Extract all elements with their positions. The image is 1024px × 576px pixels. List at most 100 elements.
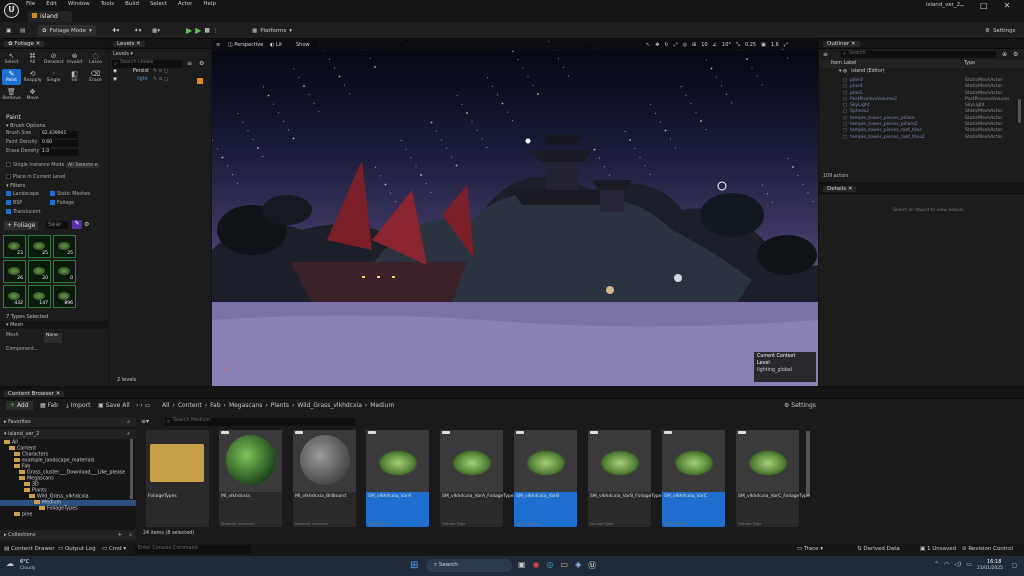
cinematics-button[interactable]: ▦▾: [152, 25, 160, 36]
collections-header[interactable]: ▸ Collections + ⌕: [0, 530, 136, 540]
chrome-icon[interactable]: ◉: [533, 560, 540, 571]
taskbar-search[interactable]: ⌕ Search: [426, 559, 512, 572]
foliage-checkbox[interactable]: [50, 200, 55, 205]
add-foliage-button[interactable]: + Foliage: [4, 221, 39, 230]
level-row-persistent[interactable]: ◉ Persist ✎ ≡ ◻: [109, 69, 211, 77]
windows-start-icon[interactable]: ⊞: [410, 560, 418, 571]
weather-temp[interactable]: 6°C: [20, 559, 29, 565]
import-button[interactable]: ⤓ Import: [66, 402, 90, 410]
col-type[interactable]: Type: [964, 61, 975, 66]
asset-scrollbar[interactable]: [806, 431, 810, 496]
outliner-row[interactable]: ◻ temple_tower_pieces_roof_tiles2 StaticMe…: [819, 135, 1024, 141]
scale-tool-icon[interactable]: ⤢: [674, 42, 678, 48]
level-color-swatch[interactable]: [197, 78, 203, 84]
fab-button[interactable]: ▦ Fab: [40, 402, 58, 409]
settings-button[interactable]: ⚙ Settings: [985, 25, 1016, 36]
gear-icon[interactable]: ⚙: [1013, 51, 1018, 58]
landscape-checkbox[interactable]: [6, 191, 11, 196]
world-icon[interactable]: ◎: [683, 42, 687, 48]
menu-actor[interactable]: Actor: [178, 1, 192, 11]
close-icon[interactable]: ✕: [36, 41, 41, 47]
maximize-viewport-icon[interactable]: ⤢: [784, 42, 788, 48]
menu-file[interactable]: File: [26, 1, 35, 11]
search-icon[interactable]: ⌕: [129, 532, 132, 538]
viewport-menu-icon[interactable]: ≡: [216, 42, 220, 48]
asset-tile[interactable]: SM_vlkhdcxia_VarA_FoliageType Foliage Typ…: [440, 430, 514, 527]
eye-icon[interactable]: ◉: [113, 69, 117, 74]
static-meshes-checkbox[interactable]: [50, 191, 55, 196]
level-context-value[interactable]: lighting_global: [757, 368, 813, 373]
paint-density-input[interactable]: 0.60: [40, 140, 78, 147]
camera-speed-value[interactable]: 1.6: [771, 42, 779, 48]
volume-icon[interactable]: ◁): [954, 561, 961, 568]
wifi-icon[interactable]: ◠: [944, 561, 949, 568]
outliner-tab[interactable]: Outliner ✕: [823, 41, 860, 47]
menu-select[interactable]: Select: [150, 1, 167, 11]
levels-search-input[interactable]: Search Levels: [112, 60, 182, 68]
asset-tile[interactable]: MI_vlkhdcxia_Billboard Material Instance: [293, 430, 356, 527]
unsaved-button[interactable]: ▣ 1 Unsaved: [920, 546, 956, 552]
foliage-tool-fill[interactable]: ◧ Fill: [65, 69, 84, 85]
foliage-type-thumbnail[interactable]: 0: [53, 260, 76, 283]
select-tool-icon[interactable]: ↖: [646, 42, 650, 48]
foliage-tool-lasso[interactable]: ◌ Lasso: [86, 51, 105, 67]
task-view-icon[interactable]: ▣: [518, 560, 526, 571]
breadcrumb-item[interactable]: Megascans: [229, 402, 262, 409]
blueprint-button[interactable]: ✦▾: [134, 25, 141, 36]
asset-tile[interactable]: SM_vlkhdcxia_VarA Static Mesh: [366, 430, 429, 527]
foliage-type-thumbnail[interactable]: 147: [28, 285, 51, 308]
cb-settings-button[interactable]: ⚙ Settings: [784, 402, 816, 409]
platforms-button[interactable]: ▦ Platforms ▾: [252, 25, 292, 36]
foliage-tool-single[interactable]: ◦ Single: [44, 69, 63, 85]
asset-tile[interactable]: SM_vlkhdcxia_VarC Static Mesh: [662, 430, 725, 527]
filters-header[interactable]: ▾ Filters: [0, 182, 108, 190]
edge-icon[interactable]: ◎: [547, 560, 554, 571]
filter-icon[interactable]: ≡: [187, 60, 192, 67]
scale-snap-value[interactable]: 0.25: [745, 42, 756, 48]
foliage-tool-select[interactable]: ↖ Select: [2, 51, 21, 67]
browse-icon[interactable]: ▤: [20, 25, 25, 36]
search-icon[interactable]: ⌕: [127, 431, 130, 437]
outliner-search-input[interactable]: Search: [841, 51, 996, 58]
breadcrumb-item[interactable]: Content: [178, 402, 202, 409]
foliage-tool-erase[interactable]: ⌫ Erase: [86, 69, 105, 85]
cmd-dropdown[interactable]: ▭ Cmd ▾: [102, 546, 126, 552]
close-icon[interactable]: ✕: [851, 41, 856, 47]
foliage-search-input[interactable]: Sear: [46, 221, 68, 229]
foliage-type-thumbnail[interactable]: 25: [28, 235, 51, 258]
menu-build[interactable]: Build: [125, 1, 139, 11]
save-all-button[interactable]: ▣ Save All: [98, 402, 130, 409]
single-instance-dropdown[interactable]: All Selecte ▾: [65, 163, 99, 168]
foliage-tool-deselect[interactable]: ⊘ Deselect: [44, 51, 64, 67]
map-tab[interactable]: island: [28, 11, 72, 22]
battery-icon[interactable]: ▭: [966, 561, 972, 568]
foliage-tool-all[interactable]: ⌘ All: [23, 51, 42, 67]
console-input[interactable]: Enter Console Command: [135, 545, 251, 554]
rotate-tool-icon[interactable]: ↻: [664, 42, 668, 48]
options-gear-icon[interactable]: ⚙: [84, 221, 89, 228]
content-drawer-button[interactable]: ▤ Content Drawer: [4, 546, 55, 552]
breadcrumb-item[interactable]: Plants: [271, 402, 289, 409]
scale-snap-icon[interactable]: ⤡: [736, 42, 740, 48]
nav-buttons[interactable]: ‹ › ▭: [136, 402, 150, 409]
foliage-tool-invalid[interactable]: ⊗ Invalid: [65, 51, 84, 67]
foliage-type-thumbnail[interactable]: 26: [3, 260, 26, 283]
asset-tile[interactable]: SM_vlkhdcxia_VarC_FoliageType Foliage Typ…: [736, 430, 810, 527]
move-tool-icon[interactable]: ✥: [655, 42, 659, 48]
file-explorer-icon[interactable]: ▭: [561, 560, 569, 571]
foliage-tool-reapply[interactable]: ⟲ Reapply: [23, 69, 42, 85]
asset-search-input[interactable]: Search Medium: [165, 418, 355, 426]
notification-icon[interactable]: ◻: [1012, 562, 1017, 569]
menu-edit[interactable]: Edit: [46, 1, 57, 11]
clock-time[interactable]: 16:18: [987, 559, 1001, 565]
output-log-button[interactable]: ▭ Output Log: [58, 546, 96, 552]
levels-dropdown[interactable]: Levels ▾: [113, 51, 133, 57]
place-in-level-checkbox[interactable]: [6, 174, 11, 179]
breadcrumb-item[interactable]: All: [162, 402, 169, 409]
derived-data-button[interactable]: ⇅ Derived Data: [857, 546, 900, 552]
filter-icon[interactable]: ≡▾: [141, 418, 149, 425]
brush-size-input[interactable]: 62.439941: [40, 131, 78, 138]
level-row-light[interactable]: ◉ light ✎ ≡ ◻: [109, 77, 211, 85]
unreal-taskbar-icon[interactable]: Ⓤ: [588, 560, 596, 571]
outliner-scrollbar[interactable]: [1018, 99, 1021, 123]
